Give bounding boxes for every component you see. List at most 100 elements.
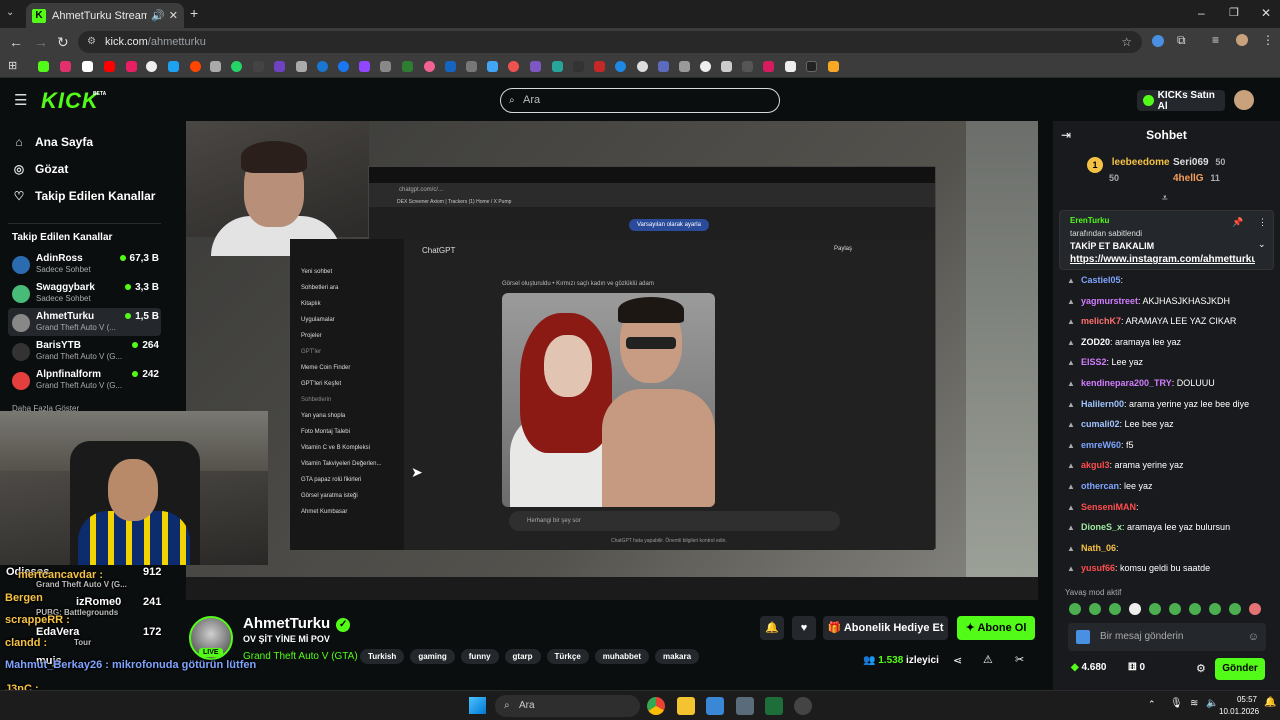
- bookmark-folder-icon[interactable]: [828, 61, 839, 72]
- followed-channel-ahmetturku[interactable]: AhmetTurku Grand Theft Auto V (... 1,5 B: [8, 308, 161, 336]
- bookmark-icon[interactable]: [487, 61, 498, 72]
- chat-username[interactable]: yagmurstreet: [1081, 296, 1138, 306]
- more-options-icon[interactable]: ⋮: [1258, 217, 1267, 228]
- chrome-icon[interactable]: [647, 697, 665, 715]
- tag[interactable]: makara: [655, 649, 700, 664]
- bookmark-icon[interactable]: [637, 61, 648, 72]
- tag[interactable]: funny: [460, 649, 499, 664]
- followed-channel-alpnfinalform[interactable]: Alpnfinalform Grand Theft Auto V (G... 2…: [8, 366, 161, 394]
- bookmark-icon[interactable]: [466, 61, 477, 72]
- bookmark-icon[interactable]: [552, 61, 563, 72]
- url-bar[interactable]: ⚙ kick.com/ahmetturku ☆: [78, 31, 1142, 53]
- pin-icon[interactable]: 📌: [1232, 217, 1243, 228]
- bookmark-icon[interactable]: [253, 61, 264, 72]
- profile-avatar[interactable]: [1236, 34, 1248, 46]
- tab-list-icon[interactable]: ⌄: [6, 7, 14, 18]
- file-explorer-icon[interactable]: [677, 697, 695, 715]
- chat-username[interactable]: Castiel05: [1081, 275, 1121, 285]
- app-icon[interactable]: [736, 697, 754, 715]
- extensions-puzzle-icon[interactable]: ⧉: [1177, 33, 1186, 48]
- settings-gear-icon[interactable]: ⚙: [1196, 662, 1206, 675]
- bookmark-icon[interactable]: [317, 61, 328, 72]
- bookmark-icon[interactable]: [742, 61, 753, 72]
- system-clock[interactable]: 05:57 10.01.2026: [1219, 694, 1259, 718]
- forward-icon[interactable]: →: [34, 34, 48, 50]
- tag[interactable]: gaming: [410, 649, 455, 664]
- emote-icon[interactable]: [1149, 603, 1161, 615]
- chat-username[interactable]: cumali02: [1081, 419, 1120, 429]
- bookmark-icon[interactable]: [573, 61, 584, 72]
- bookmark-icon[interactable]: [721, 61, 732, 72]
- close-window-icon[interactable]: ✕: [1261, 6, 1271, 20]
- chevron-down-icon[interactable]: ⌄: [1258, 239, 1266, 250]
- followed-channel-swaggybark[interactable]: Swaggybark Sadece Sohbet 3,3 B: [8, 279, 161, 307]
- bookmark-youtube-icon[interactable]: [104, 61, 115, 72]
- chat-username[interactable]: yusuf66: [1081, 563, 1115, 573]
- share-icon[interactable]: ⋖: [953, 654, 962, 667]
- bookmark-icon[interactable]: [658, 61, 669, 72]
- bookmark-icon[interactable]: [126, 61, 137, 72]
- bookmark-icon[interactable]: [424, 61, 435, 72]
- bookmark-icon[interactable]: [445, 61, 456, 72]
- speaker-icon[interactable]: 🔊: [151, 9, 165, 22]
- search-input[interactable]: ⌕ Ara: [500, 88, 780, 113]
- mic-icon[interactable]: 🎙: [1170, 698, 1183, 709]
- bookmark-reddit-icon[interactable]: [190, 61, 201, 72]
- reload-icon[interactable]: ↻: [57, 34, 69, 51]
- bookmark-icon[interactable]: [615, 61, 626, 72]
- emote-icon[interactable]: [1089, 603, 1101, 615]
- nav-browse[interactable]: ◎ Gözat: [12, 162, 69, 176]
- bookmark-whatsapp-icon[interactable]: [231, 61, 242, 72]
- bookmark-icon[interactable]: [146, 61, 157, 72]
- hamburger-menu-icon[interactable]: ☰: [14, 91, 27, 109]
- emote-icon[interactable]: [1069, 603, 1081, 615]
- stream-category[interactable]: Grand Theft Auto V (GTA): [243, 651, 358, 662]
- emote-icon[interactable]: [1109, 603, 1121, 615]
- kick-logo[interactable]: KICK: [41, 88, 99, 114]
- minimize-icon[interactable]: –: [1198, 6, 1205, 20]
- tag[interactable]: Türkçe: [546, 649, 589, 664]
- bookmark-icon[interactable]: [168, 61, 179, 72]
- bookmark-icon[interactable]: [296, 61, 307, 72]
- maximize-icon[interactable]: ❐: [1229, 6, 1239, 19]
- chat-username[interactable]: ZOD20: [1081, 337, 1110, 347]
- bookmark-icon[interactable]: [785, 61, 796, 72]
- chat-username[interactable]: akgul3: [1081, 460, 1110, 470]
- tag[interactable]: gtarp: [504, 649, 541, 664]
- bookmark-icon[interactable]: [508, 61, 519, 72]
- chat-username[interactable]: Nath_06: [1081, 543, 1116, 553]
- bookmark-icon[interactable]: [274, 61, 285, 72]
- clip-icon[interactable]: ✂: [1015, 653, 1024, 666]
- send-button[interactable]: Gönder: [1215, 658, 1265, 680]
- apps-grid-icon[interactable]: ⊞: [8, 59, 17, 72]
- emote-icon[interactable]: [1189, 603, 1201, 615]
- bookmark-icon[interactable]: [380, 61, 391, 72]
- bookmark-icon[interactable]: [530, 61, 541, 72]
- chat-username[interactable]: othercan: [1081, 481, 1119, 491]
- user-avatar[interactable]: [1234, 90, 1254, 110]
- chat-username[interactable]: DioneS_x: [1081, 522, 1122, 532]
- excel-icon[interactable]: [765, 697, 783, 715]
- bookmark-x-icon[interactable]: [82, 61, 93, 72]
- volume-icon[interactable]: 🔈: [1206, 698, 1218, 709]
- bookmark-instagram-icon[interactable]: [60, 61, 71, 72]
- followed-channel-barisytb[interactable]: BarisYTB Grand Theft Auto V (G... 264: [8, 337, 161, 365]
- pinned-message[interactable]: ErenTurku tarafından sabitlendi TAKİP ET…: [1059, 210, 1274, 270]
- nav-home[interactable]: ⌂ Ana Sayfa: [12, 135, 93, 149]
- emote-icon[interactable]: [1169, 603, 1181, 615]
- gift-subscription-button[interactable]: 🎁 Abonelik Hediye Et: [823, 616, 948, 640]
- tag[interactable]: muhabbet: [594, 649, 650, 664]
- emoji-icon[interactable]: ☺: [1248, 623, 1259, 651]
- nav-following[interactable]: ♡ Takip Edilen Kanallar: [12, 189, 156, 203]
- bookmark-icon[interactable]: [679, 61, 690, 72]
- bookmark-kick-icon[interactable]: [38, 61, 49, 72]
- bookmark-icon[interactable]: [700, 61, 711, 72]
- reading-list-icon[interactable]: ≡: [1212, 33, 1219, 47]
- menu-kebab-icon[interactable]: ⋮: [1262, 33, 1274, 47]
- notification-icon[interactable]: 🔔: [1264, 697, 1276, 708]
- chat-username[interactable]: Halilern00: [1081, 399, 1124, 409]
- back-icon[interactable]: ←: [9, 34, 23, 50]
- bookmark-icon[interactable]: [210, 61, 221, 72]
- expand-leaderboard-icon[interactable]: ⩡: [1162, 193, 1168, 204]
- pinned-link[interactable]: https://www.instagram.com/ahmetturku: [1070, 254, 1255, 265]
